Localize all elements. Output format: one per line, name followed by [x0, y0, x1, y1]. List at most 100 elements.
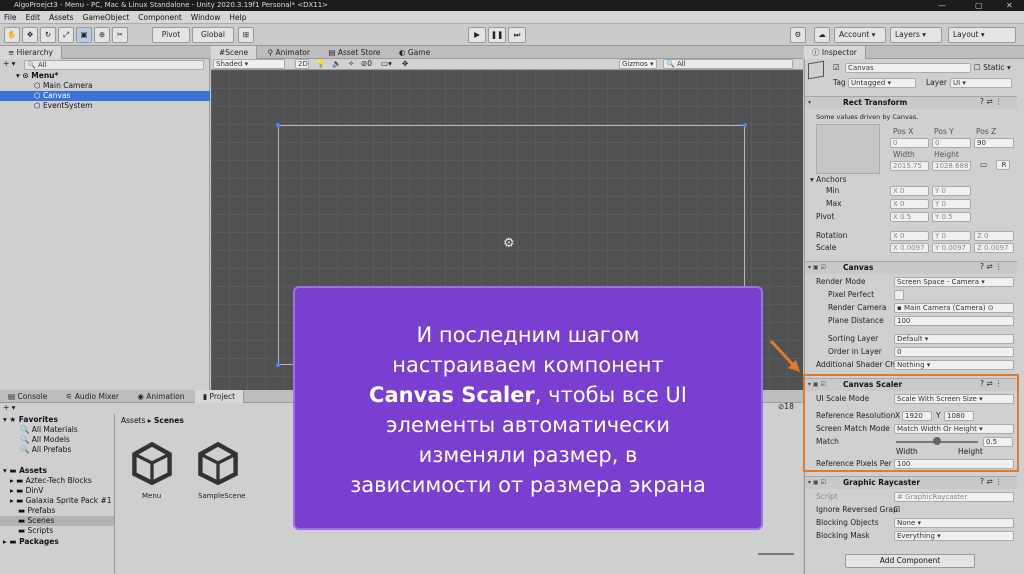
- breadcrumb-root[interactable]: Assets: [121, 416, 145, 425]
- menu-edit[interactable]: Edit: [26, 11, 41, 23]
- rect-handle[interactable]: [276, 123, 280, 127]
- mode-2d-toggle[interactable]: 2D: [295, 59, 309, 69]
- rot-x-field[interactable]: X 0: [890, 231, 929, 241]
- favorite-all-models[interactable]: 🔍 All Models: [20, 435, 70, 445]
- icon-size-slider[interactable]: [758, 553, 794, 555]
- rot-y-field[interactable]: Y 0: [932, 231, 971, 241]
- tools-icon[interactable]: ✥: [402, 59, 408, 69]
- folder-aztec[interactable]: ▸ ▬ Aztec-Tech Blocks: [10, 476, 92, 486]
- transform-tool-icon[interactable]: ⊕: [94, 27, 110, 43]
- custom-tool-icon[interactable]: ✂: [112, 27, 128, 43]
- height-field[interactable]: 1028.688: [932, 161, 971, 171]
- render-mode-dropdown[interactable]: Screen Space - Camera ▾: [894, 277, 1014, 287]
- expand-icon[interactable]: ▾ ▣ ☑: [808, 264, 826, 271]
- shading-dropdown[interactable]: Shaded ▾: [213, 59, 285, 69]
- rect-handle[interactable]: [276, 363, 280, 367]
- posz-field[interactable]: 90: [974, 138, 1014, 148]
- raw-edit-button[interactable]: R: [996, 160, 1010, 170]
- effects-icon[interactable]: ✧: [348, 59, 354, 69]
- folder-dinv[interactable]: ▸ ▬ DinV: [10, 486, 43, 496]
- component-menu-icon[interactable]: ? ⇌ ⋮: [980, 477, 1003, 487]
- camera-icon[interactable]: ▭▾: [381, 59, 392, 69]
- play-button[interactable]: ▶: [468, 27, 486, 43]
- scale-y-field[interactable]: Y 0.0097: [932, 243, 971, 253]
- expand-icon[interactable]: ▾ ▣ ☑: [808, 479, 826, 486]
- maximize-icon[interactable]: ▢: [975, 0, 983, 11]
- hierarchy-item-main-camera[interactable]: ⬡ Main Camera: [34, 81, 93, 91]
- object-name-field[interactable]: Canvas: [845, 63, 971, 73]
- min-y-field[interactable]: Y 0: [932, 186, 971, 196]
- rot-z-field[interactable]: Z 0: [974, 231, 1014, 241]
- sorting-layer-dropdown[interactable]: Default ▾: [894, 334, 1014, 344]
- move-tool-icon[interactable]: ✥: [22, 27, 38, 43]
- folder-scripts[interactable]: ▬ Scripts: [18, 526, 53, 536]
- pivot-x-field[interactable]: X 0.5: [890, 212, 929, 222]
- menu-assets[interactable]: Assets: [49, 11, 73, 23]
- favorite-all-materials[interactable]: 🔍 All Materials: [20, 425, 78, 435]
- tab-game[interactable]: ◐ Game: [391, 46, 438, 59]
- tab-animator[interactable]: ⚲ Animator: [260, 46, 318, 59]
- order-field[interactable]: 0: [894, 347, 1014, 357]
- posy-field[interactable]: 0: [932, 138, 971, 148]
- close-icon[interactable]: ✕: [1006, 0, 1013, 11]
- posx-field[interactable]: 0: [890, 138, 929, 148]
- rotate-tool-icon[interactable]: ↻: [40, 27, 56, 43]
- menu-window[interactable]: Window: [191, 11, 221, 23]
- tab-audio-mixer[interactable]: ⚟ Audio Mixer: [58, 390, 127, 403]
- menu-component[interactable]: Component: [138, 11, 182, 23]
- blocking-mask-dropdown[interactable]: Everything ▾: [894, 531, 1014, 541]
- rect-handle[interactable]: [743, 123, 747, 127]
- shader-channels-dropdown[interactable]: Nothing ▾: [894, 360, 1014, 370]
- component-menu-icon[interactable]: ? ⇌ ⋮: [980, 97, 1003, 107]
- tab-inspector[interactable]: ⓘ Inspector: [804, 46, 866, 59]
- account-dropdown[interactable]: Account ▾: [834, 27, 886, 43]
- layer-dropdown[interactable]: UI ▾: [950, 78, 1012, 88]
- menu-help[interactable]: Help: [229, 11, 246, 23]
- tab-hierarchy[interactable]: ≡ Hierarchy: [0, 46, 62, 59]
- audio-icon[interactable]: 🔈: [332, 59, 341, 69]
- folder-prefabs[interactable]: ▬ Prefabs: [18, 506, 55, 516]
- assets-folder[interactable]: ▾ ▬ Assets: [3, 466, 47, 476]
- render-camera-field[interactable]: ▪ Main Camera (Camera) ⊙: [894, 303, 1014, 313]
- anchors-foldout[interactable]: ▾ Anchors: [810, 175, 847, 185]
- camera-gizmo-icon[interactable]: ⚙: [503, 237, 519, 251]
- tab-animation[interactable]: ◉ Animation: [129, 390, 192, 403]
- project-add-button[interactable]: + ▾: [3, 403, 15, 413]
- favorite-all-prefabs[interactable]: 🔍 All Prefabs: [20, 445, 71, 455]
- grid-snap-icon[interactable]: ⊞: [238, 27, 254, 43]
- packages-folder[interactable]: ▸ ▬ Packages: [3, 537, 59, 547]
- min-x-field[interactable]: X 0: [890, 186, 929, 196]
- collab-icon[interactable]: ⚙: [790, 27, 806, 43]
- scene-search-input[interactable]: 🔍 All: [663, 59, 793, 69]
- menu-file[interactable]: File: [4, 11, 17, 23]
- max-x-field[interactable]: X 0: [890, 199, 929, 209]
- hidden-objects-icon[interactable]: ⊘0: [361, 59, 372, 69]
- layout-dropdown[interactable]: Layout ▾: [948, 27, 1016, 43]
- global-toggle[interactable]: Global: [192, 27, 234, 43]
- breadcrumb-leaf[interactable]: Scenes: [154, 416, 184, 425]
- width-field[interactable]: 2015.75: [890, 161, 929, 171]
- hierarchy-search-input[interactable]: 🔍 All: [24, 60, 204, 70]
- ignore-reversed-checkbox[interactable]: ☑: [894, 505, 901, 515]
- pixel-perfect-checkbox[interactable]: [894, 290, 904, 300]
- lighting-icon[interactable]: 💡: [316, 59, 325, 69]
- pivot-y-field[interactable]: Y 0.5: [932, 212, 971, 222]
- tag-dropdown[interactable]: Untagged ▾: [848, 78, 916, 88]
- pivot-toggle[interactable]: Pivot: [152, 27, 190, 43]
- cloud-icon[interactable]: ☁: [814, 27, 830, 43]
- hierarchy-item-eventsystem[interactable]: ⬡ EventSystem: [34, 101, 92, 111]
- rect-tool-icon[interactable]: ▣: [76, 27, 92, 43]
- static-toggle[interactable]: ☐ Static ▾: [974, 63, 1011, 73]
- step-button[interactable]: ⏭: [508, 27, 526, 43]
- blueprint-icon[interactable]: ▭: [980, 160, 987, 170]
- scale-x-field[interactable]: X 0.0097: [890, 243, 929, 253]
- tab-asset-store[interactable]: ▤ Asset Store: [320, 46, 388, 59]
- menu-gameobject[interactable]: GameObject: [83, 11, 130, 23]
- folder-scenes[interactable]: ▬ Scenes: [0, 516, 114, 526]
- pause-button[interactable]: ❚❚: [488, 27, 506, 43]
- folder-galaxia[interactable]: ▸ ▬ Galaxia Sprite Pack #1: [10, 496, 112, 506]
- expand-icon[interactable]: ▾: [808, 99, 811, 106]
- active-checkbox[interactable]: ☑: [833, 63, 840, 73]
- plane-distance-field[interactable]: 100: [894, 316, 1014, 326]
- add-component-button[interactable]: Add Component: [845, 554, 975, 568]
